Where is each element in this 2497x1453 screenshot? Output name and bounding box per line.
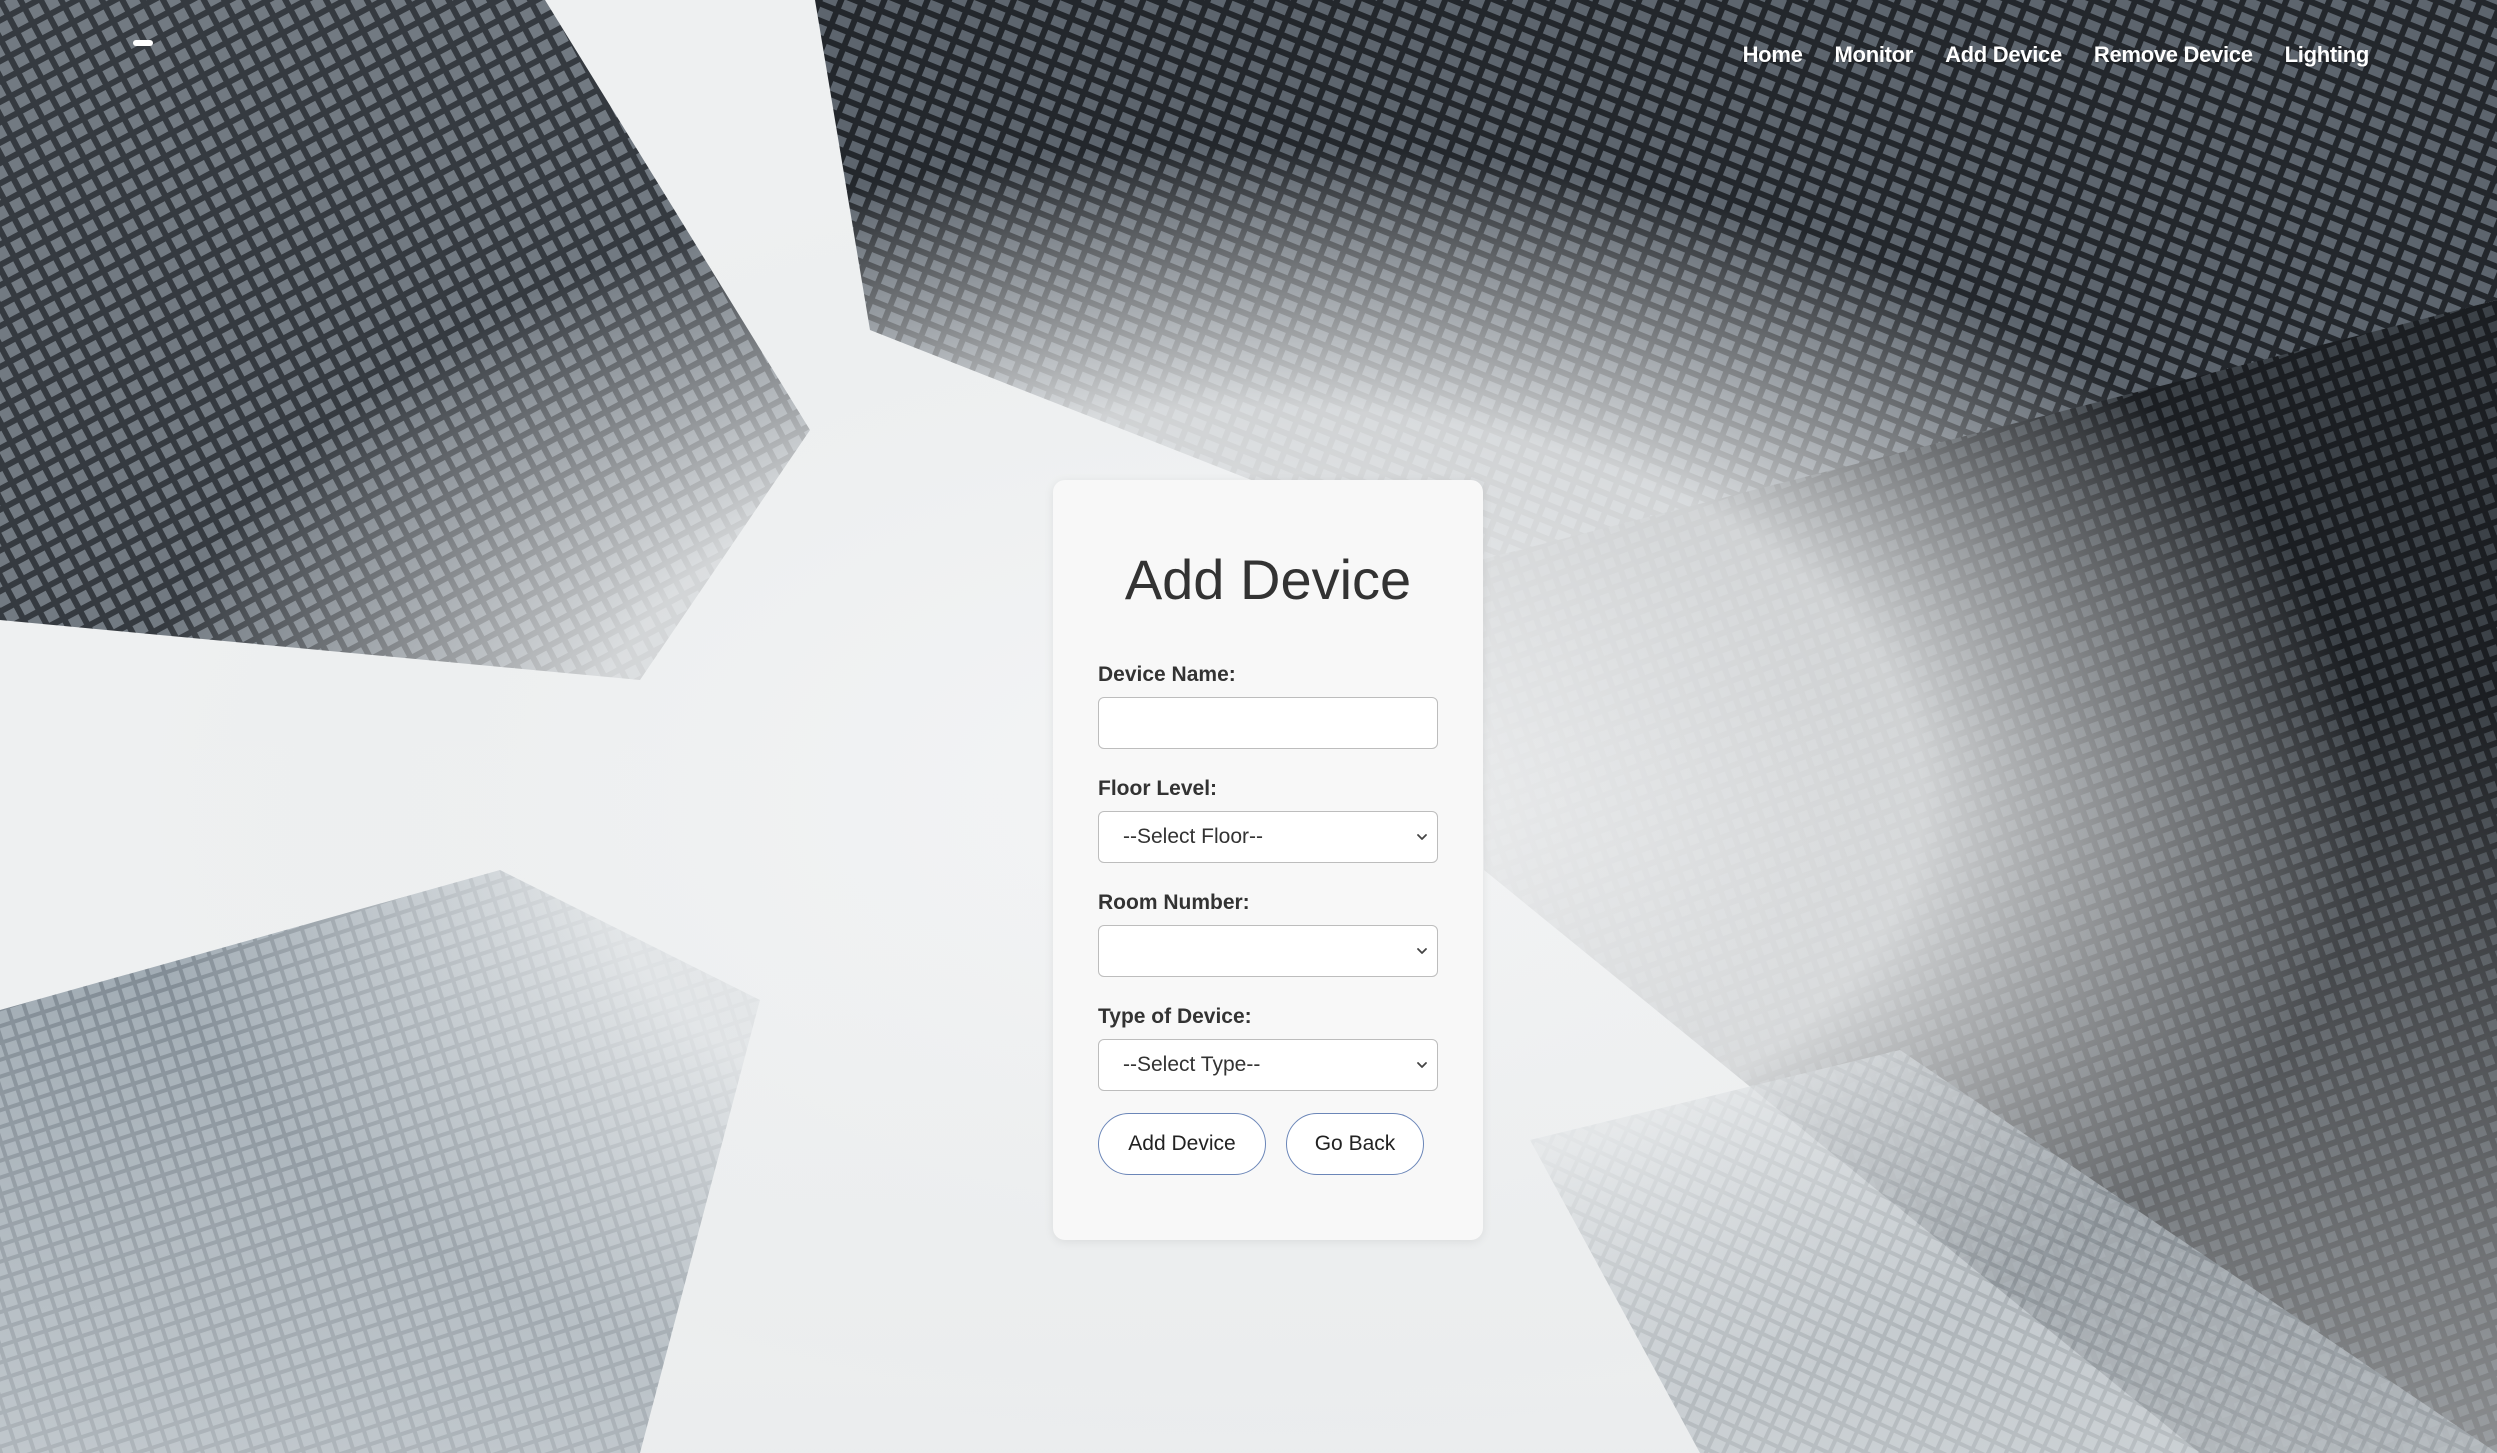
device-name-input[interactable]: [1098, 697, 1438, 749]
room-number-field: Room Number:: [1098, 891, 1438, 977]
nav-add-device[interactable]: Add Device: [1945, 42, 2062, 68]
room-number-select[interactable]: [1098, 925, 1438, 977]
logo-mark[interactable]: [133, 40, 153, 46]
nav-remove-device[interactable]: Remove Device: [2094, 42, 2253, 68]
add-device-card: Add Device Device Name: Floor Level: --S…: [1053, 480, 1483, 1240]
page: Home Monitor Add Device Remove Device Li…: [0, 0, 2497, 1453]
floor-level-field: Floor Level: --Select Floor--: [1098, 777, 1438, 863]
device-type-selected: --Select Type--: [1123, 1053, 1261, 1076]
top-nav: Home Monitor Add Device Remove Device Li…: [1743, 42, 2370, 68]
add-device-button[interactable]: Add Device: [1098, 1113, 1266, 1175]
device-type-label: Type of Device:: [1098, 1005, 1252, 1028]
device-name-label: Device Name:: [1098, 663, 1236, 686]
floor-level-label: Floor Level:: [1098, 777, 1218, 800]
nav-monitor[interactable]: Monitor: [1835, 42, 1914, 68]
page-title: Add Device: [1124, 548, 1412, 611]
floor-level-selected: --Select Floor--: [1123, 825, 1264, 848]
chevron-down-icon: [1417, 834, 1427, 840]
floor-level-select[interactable]: --Select Floor--: [1098, 811, 1438, 863]
chevron-down-icon: [1417, 948, 1427, 954]
nav-home[interactable]: Home: [1743, 42, 1803, 68]
room-number-label: Room Number:: [1098, 891, 1250, 914]
device-type-field: Type of Device: --Select Type--: [1098, 1005, 1438, 1091]
device-type-select[interactable]: --Select Type--: [1098, 1039, 1438, 1091]
chevron-down-icon: [1417, 1062, 1427, 1068]
go-back-button[interactable]: Go Back: [1286, 1113, 1424, 1175]
form-actions: Add Device Go Back: [1098, 1113, 1438, 1175]
nav-lighting[interactable]: Lighting: [2285, 42, 2370, 68]
device-name-field: Device Name:: [1098, 663, 1438, 749]
